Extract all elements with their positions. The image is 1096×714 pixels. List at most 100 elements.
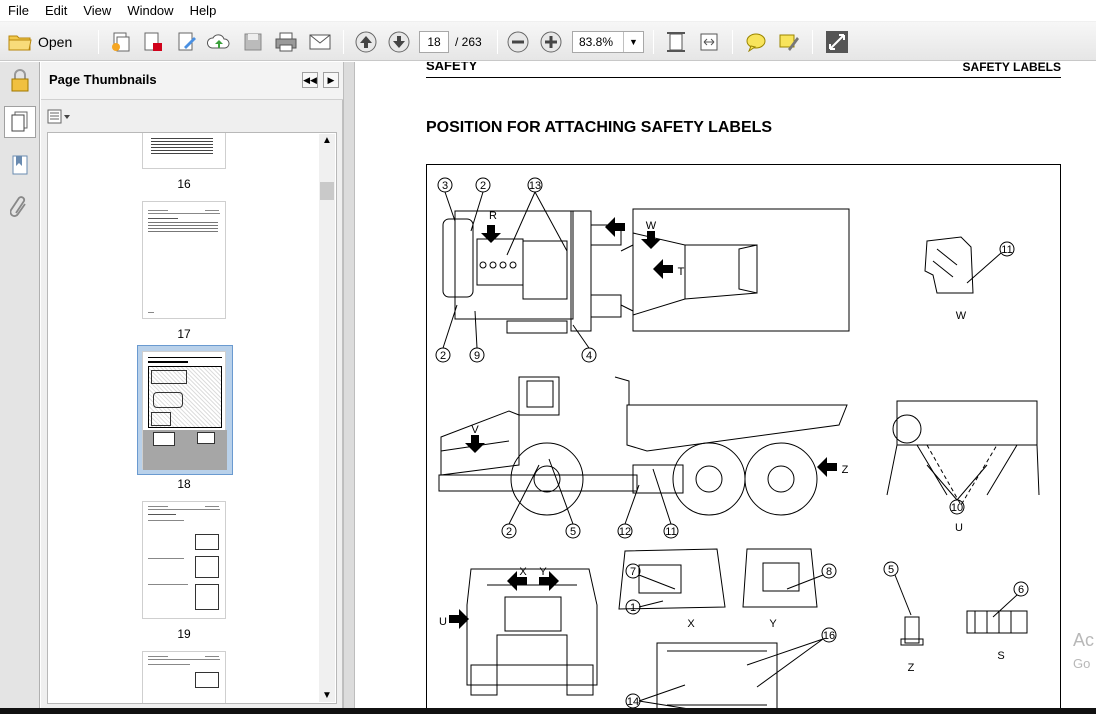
thumbnail-page-20[interactable]	[142, 651, 226, 703]
view-label: Y	[769, 618, 777, 630]
scrollbar-thumb[interactable]	[320, 182, 334, 200]
page-number-input[interactable]: 18	[419, 31, 449, 53]
figure-callout: 11	[665, 526, 676, 538]
create-pdf-button[interactable]	[108, 29, 134, 55]
thumbnail-page-19[interactable]	[142, 501, 226, 619]
view-label: Z	[842, 464, 849, 476]
menu-edit[interactable]: Edit	[37, 0, 75, 22]
view-label: S	[613, 222, 620, 234]
thumbnail-list[interactable]: 16 17 18 19 ▲ ▼	[47, 132, 337, 704]
panel-header: Page Thumbnails ◀◀ ▶	[41, 62, 343, 100]
email-button[interactable]	[306, 29, 334, 55]
comment-button[interactable]	[743, 29, 769, 55]
page-total: / 263	[455, 35, 482, 49]
save-button[interactable]	[240, 29, 266, 55]
save-icon	[243, 32, 263, 52]
view-label: X	[519, 566, 527, 578]
thumbnail-label: 19	[177, 627, 191, 641]
fit-width-button[interactable]	[696, 29, 722, 55]
thumbnail-page-18[interactable]	[142, 351, 227, 470]
menu-bar: File Edit View Window Help	[0, 0, 1096, 22]
open-folder-icon	[8, 32, 32, 52]
bookmark-icon	[10, 154, 30, 179]
header-rule	[426, 77, 1061, 78]
figure-callout: 7	[630, 566, 636, 578]
convert-button[interactable]	[140, 29, 166, 55]
page-heading: POSITION FOR ATTACHING SAFETY LABELS	[426, 119, 773, 136]
fit-width-icon	[698, 31, 720, 53]
print-button[interactable]	[272, 29, 300, 55]
fit-page-button[interactable]	[663, 29, 689, 55]
security-button[interactable]	[4, 66, 36, 98]
menu-view[interactable]: View	[75, 0, 119, 22]
upload-button[interactable]	[206, 29, 232, 55]
comment-icon	[745, 32, 767, 52]
open-button[interactable]: Open	[8, 29, 84, 55]
zoom-out-button[interactable]	[505, 29, 531, 55]
document-view[interactable]: SAFETY SAFETY LABELS POSITION FOR ATTACH…	[355, 62, 1096, 714]
view-label: W	[646, 220, 657, 232]
menu-window[interactable]: Window	[119, 0, 181, 22]
page-thumbnails-button[interactable]	[4, 106, 36, 138]
zoom-in-icon	[540, 31, 562, 53]
email-icon	[308, 33, 332, 51]
panel-title: Page Thumbnails	[49, 72, 157, 87]
figure-callout: 14	[627, 696, 639, 708]
attachments-button[interactable]	[4, 192, 36, 224]
activation-watermark-line1: Ac	[1073, 630, 1095, 650]
toolbar-separator	[343, 30, 344, 54]
panel-arrow-icon[interactable]: ▶	[323, 72, 339, 88]
upload-icon	[207, 32, 231, 52]
figure-callout: 16	[823, 630, 835, 642]
create-pdf-icon	[110, 31, 132, 53]
collapse-panel-button[interactable]: ◀◀	[302, 72, 318, 88]
panel-splitter[interactable]	[343, 62, 355, 714]
navigation-pane-strip	[0, 62, 40, 714]
thumbnail-page-17[interactable]	[142, 201, 226, 319]
figure-callout: 3	[442, 180, 448, 192]
figure-callout: 12	[619, 526, 631, 538]
toolbar-separator	[732, 30, 733, 54]
figure-callout: 8	[826, 566, 832, 578]
figure-callout: 5	[888, 564, 894, 576]
scroll-up-icon[interactable]: ▲	[322, 135, 332, 146]
toolbar-separator	[653, 30, 654, 54]
open-label: Open	[38, 34, 73, 50]
bookmarks-button[interactable]	[4, 150, 36, 182]
thumbnail-page-16[interactable]	[142, 133, 226, 169]
lock-icon	[10, 68, 30, 96]
page-header-section: SAFETY	[426, 62, 478, 73]
expand-button[interactable]	[823, 29, 851, 55]
figure-callout: 6	[1018, 584, 1024, 596]
page-down-icon	[388, 31, 410, 53]
view-label: R	[489, 210, 497, 222]
taskbar-edge	[0, 708, 1096, 714]
page-up-icon	[355, 31, 377, 53]
zoom-level-select[interactable]: 83.8% ▼	[572, 31, 644, 53]
thumbnail-scrollbar[interactable]: ▲ ▼	[319, 134, 335, 702]
pages-icon	[10, 110, 30, 135]
toolbar-separator	[497, 30, 498, 54]
view-label: Z	[908, 662, 915, 674]
menu-file[interactable]: File	[0, 0, 37, 22]
toolbar: Open 18 / 263 83.8% ▼	[0, 22, 1096, 61]
zoom-in-button[interactable]	[538, 29, 564, 55]
edit-icon	[176, 31, 198, 53]
toolbar-separator	[98, 30, 99, 54]
activation-watermark-line2: Go	[1073, 656, 1091, 671]
edit-button[interactable]	[174, 29, 200, 55]
highlight-button[interactable]	[776, 29, 802, 55]
view-label: X	[687, 618, 695, 630]
next-page-button[interactable]	[386, 29, 412, 55]
menu-help[interactable]: Help	[182, 0, 225, 22]
chevron-down-icon[interactable]: ▼	[623, 32, 643, 52]
thumbnail-label: 17	[177, 327, 191, 341]
scroll-down-icon[interactable]: ▼	[322, 690, 332, 701]
view-label: Y	[539, 566, 547, 578]
previous-page-button[interactable]	[353, 29, 379, 55]
safety-label-diagram: 3 2 13 2 9 4 11 2 5 12 11 10 7 1 8 5 6 1…	[426, 164, 1061, 714]
thumbnail-options-button[interactable]	[47, 108, 73, 126]
view-label: V	[471, 424, 479, 436]
figure-callout: 11	[1001, 244, 1012, 256]
thumbnail-label: 18	[177, 477, 191, 491]
